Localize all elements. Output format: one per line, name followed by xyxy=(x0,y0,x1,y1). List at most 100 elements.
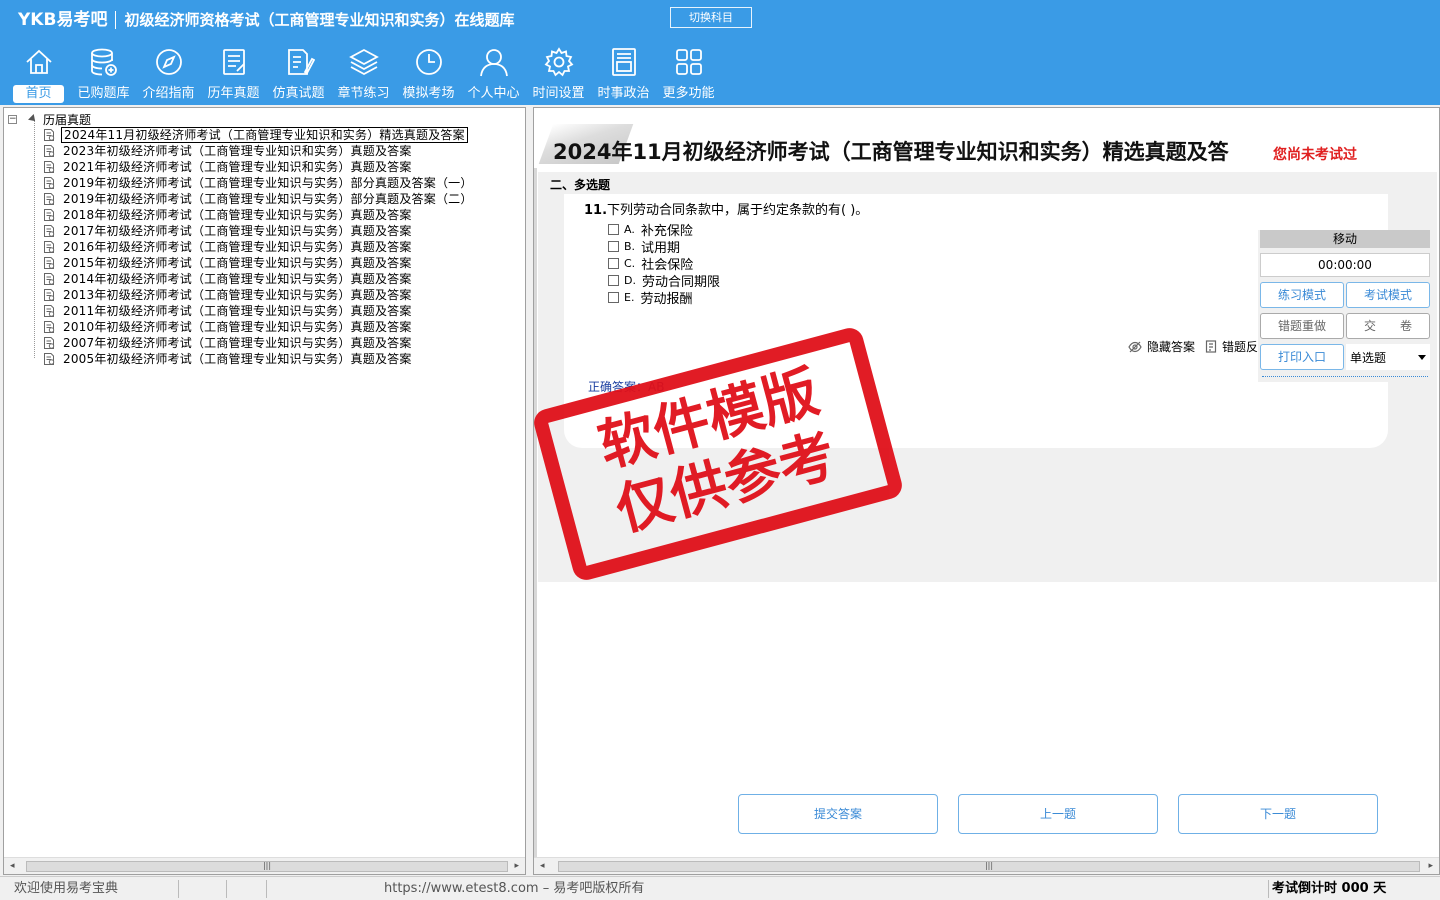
question-number: 11. xyxy=(584,203,608,218)
brand-logo: YKB易考吧 xyxy=(18,10,108,30)
nav-home[interactable]: 首页 xyxy=(6,44,71,104)
option-checkbox[interactable] xyxy=(608,275,619,286)
exam-paper-icon xyxy=(44,257,55,269)
tree-item-label: 2013年初级经济师考试（工商管理专业知识与实务）真题及答案 xyxy=(63,288,412,302)
tree-item-label: 2005年初级经济师考试（工商管理专业知识与实务）真题及答案 xyxy=(63,352,412,366)
user-icon xyxy=(479,49,508,77)
scroll-left-arrow[interactable]: ◂ xyxy=(540,861,545,871)
tree-item[interactable]: 2014年初级经济师考试（工商管理专业知识与实务）真题及答案 xyxy=(42,271,475,287)
tree-item[interactable]: 2011年初级经济师考试（工商管理专业知识与实务）真题及答案 xyxy=(42,303,475,319)
answer-option[interactable]: E. 劳动报酬 xyxy=(608,289,720,307)
tree-item[interactable]: 2021年初级经济师考试（工商管理专业知识和实务）真题及答案 xyxy=(42,159,475,175)
copyright-text: https://www.etest8.com – 易考吧版权所有 xyxy=(384,881,645,896)
mode-row: 练习模式 考试模式 xyxy=(1260,282,1430,308)
tree-item[interactable]: 2010年初级经济师考试（工商管理专业知识与实务）真题及答案 xyxy=(42,319,475,335)
exam-title: 2024年11月初级经济师考试（工商管理专业知识和实务）精选真题及答 xyxy=(553,140,1229,164)
nav-purchased-bank[interactable]: 已购题库 xyxy=(71,44,136,104)
answer-option[interactable]: A. 补充保险 xyxy=(608,221,720,239)
tree-connector xyxy=(34,120,35,358)
gear-icon xyxy=(544,47,573,77)
status-divider xyxy=(226,880,227,898)
tree-root[interactable]: − 历届真题 xyxy=(8,111,91,127)
submit-paper-button[interactable]: 交 卷 xyxy=(1346,313,1430,339)
exam-paper-icon xyxy=(44,145,55,157)
practice-mode-button[interactable]: 练习模式 xyxy=(1260,282,1344,308)
right-horizontal-scrollbar[interactable]: ◂ ||| ▸ xyxy=(534,857,1439,874)
prev-question-button[interactable]: 上一题 xyxy=(958,794,1158,834)
scroll-thumb[interactable]: ||| xyxy=(558,861,1420,872)
nav-more-features[interactable]: 更多功能 xyxy=(656,44,721,104)
question-type-value: 单选题 xyxy=(1350,350,1387,365)
exam-paper-icon xyxy=(44,353,55,365)
nav-mock-exam[interactable]: 模拟考场 xyxy=(396,44,461,104)
edit-document-icon xyxy=(287,49,315,75)
nav-label: 历年真题 xyxy=(207,86,260,101)
app-window: YKB易考吧 初级经济师资格考试（工商管理专业知识和实务）在线题库 切换科目 首页… xyxy=(0,0,1440,900)
tree-item[interactable]: 2016年初级经济师考试（工商管理专业知识与实务）真题及答案 xyxy=(42,239,475,255)
exam-paper-icon xyxy=(44,337,55,349)
option-checkbox[interactable] xyxy=(608,241,619,252)
answer-option[interactable]: B. 试用期 xyxy=(608,238,720,256)
app-title-text: 初级经济师资格考试（工商管理专业知识和实务）在线题库 xyxy=(124,11,515,29)
nav-time-settings[interactable]: 时间设置 xyxy=(526,44,591,104)
tree-item[interactable]: 2013年初级经济师考试（工商管理专业知识与实务）真题及答案 xyxy=(42,287,475,303)
option-checkbox[interactable] xyxy=(608,258,619,269)
status-bar: 欢迎使用易考宝典 https://www.etest8.com – 易考吧版权所… xyxy=(0,876,1440,900)
move-handle[interactable]: 移动 xyxy=(1260,230,1430,248)
grid-icon xyxy=(675,49,702,75)
exam-paper-icon xyxy=(44,241,55,253)
answer-option[interactable]: D. 劳动合同期限 xyxy=(608,272,720,290)
option-letter: B. xyxy=(624,240,636,253)
tree-item[interactable]: 2023年初级经济师考试（工商管理专业知识和实务）真题及答案 xyxy=(42,143,475,159)
option-checkbox[interactable] xyxy=(608,224,619,235)
nav-label: 更多功能 xyxy=(662,86,715,101)
nav-chapter-practice[interactable]: 章节练习 xyxy=(331,44,396,104)
option-letter: D. xyxy=(624,274,636,287)
tree-item[interactable]: 2024年11月初级经济师考试（工商管理专业知识和实务）精选真题及答案 xyxy=(42,127,475,143)
tree-item[interactable]: 2019年初级经济师考试（工商管理专业知识与实务）部分真题及答案（一） xyxy=(42,175,475,191)
nav-personal-center[interactable]: 个人中心 xyxy=(461,44,526,104)
tree-item[interactable]: 2005年初级经济师考试（工商管理专业知识与实务）真题及答案 xyxy=(42,351,475,367)
print-button[interactable]: 打印入口 xyxy=(1260,344,1344,370)
nav-label: 章节练习 xyxy=(337,86,390,101)
tree-item[interactable]: 2019年初级经济师考试（工商管理专业知识与实务）部分真题及答案（二） xyxy=(42,191,475,207)
database-icon xyxy=(90,48,117,76)
nav-past-exams[interactable]: 历年真题 xyxy=(201,44,266,104)
tree-item-label: 2017年初级经济师考试（工商管理专业知识与实务）真题及答案 xyxy=(63,224,412,238)
control-box-divider xyxy=(1262,376,1428,379)
scroll-right-arrow[interactable]: ▸ xyxy=(1428,861,1433,871)
collapse-toggle[interactable]: − xyxy=(8,114,17,124)
tree-root-label: 历届真题 xyxy=(43,112,92,127)
option-text: 劳动报酬 xyxy=(640,292,693,307)
panel-divider xyxy=(534,168,537,858)
scroll-right-arrow[interactable]: ▸ xyxy=(514,861,519,871)
next-question-button[interactable]: 下一题 xyxy=(1178,794,1378,834)
option-checkbox[interactable] xyxy=(608,292,619,303)
exam-control-box: 移动 00:00:00 练习模式 考试模式 错题重做 交 卷 打印入口 单选题 xyxy=(1258,230,1432,382)
redo-wrong-button[interactable]: 错题重做 xyxy=(1260,313,1344,339)
question-type-select[interactable]: 单选题 xyxy=(1346,344,1430,370)
tree-item[interactable]: 2007年初级经济师考试（工商管理专业知识与实务）真题及答案 xyxy=(42,335,475,351)
answer-option[interactable]: C. 社会保险 xyxy=(608,255,720,273)
scroll-thumb[interactable]: ||| xyxy=(26,861,508,872)
left-horizontal-scrollbar[interactable]: ◂ ||| ▸ xyxy=(4,857,525,874)
exam-paper-icon xyxy=(44,209,55,221)
tree-item[interactable]: 2015年初级经济师考试（工商管理专业知识与实务）真题及答案 xyxy=(42,255,475,271)
nav-label: 时事政治 xyxy=(597,86,650,101)
scroll-left-arrow[interactable]: ◂ xyxy=(10,861,15,871)
nav-current-affairs[interactable]: 时事政治 xyxy=(591,44,656,104)
switch-subject-button[interactable]: 切换科目 xyxy=(670,7,752,28)
hide-answer-button[interactable]: 隐藏答案 xyxy=(1128,338,1195,355)
tree-item[interactable]: 2017年初级经济师考试（工商管理专业知识与实务）真题及答案 xyxy=(42,223,475,239)
tree-item[interactable]: 2018年初级经济师考试（工商管理专业知识与实务）真题及答案 xyxy=(42,207,475,223)
submit-answer-button[interactable]: 提交答案 xyxy=(738,794,938,834)
answer-options: A. 补充保险 B. 试用期 C. 社会保险 D. 劳动合同期限 E. 劳动报酬 xyxy=(608,221,720,307)
feedback-icon xyxy=(1205,340,1217,353)
status-divider xyxy=(1268,880,1269,898)
nav-mock-tests[interactable]: 仿真试题 xyxy=(266,44,331,104)
home-icon xyxy=(25,49,52,74)
tree-item-label: 2016年初级经济师考试（工商管理专业知识与实务）真题及答案 xyxy=(63,240,412,254)
exam-mode-button[interactable]: 考试模式 xyxy=(1346,282,1430,308)
option-letter: E. xyxy=(624,291,635,304)
nav-guide[interactable]: 介绍指南 xyxy=(136,44,201,104)
